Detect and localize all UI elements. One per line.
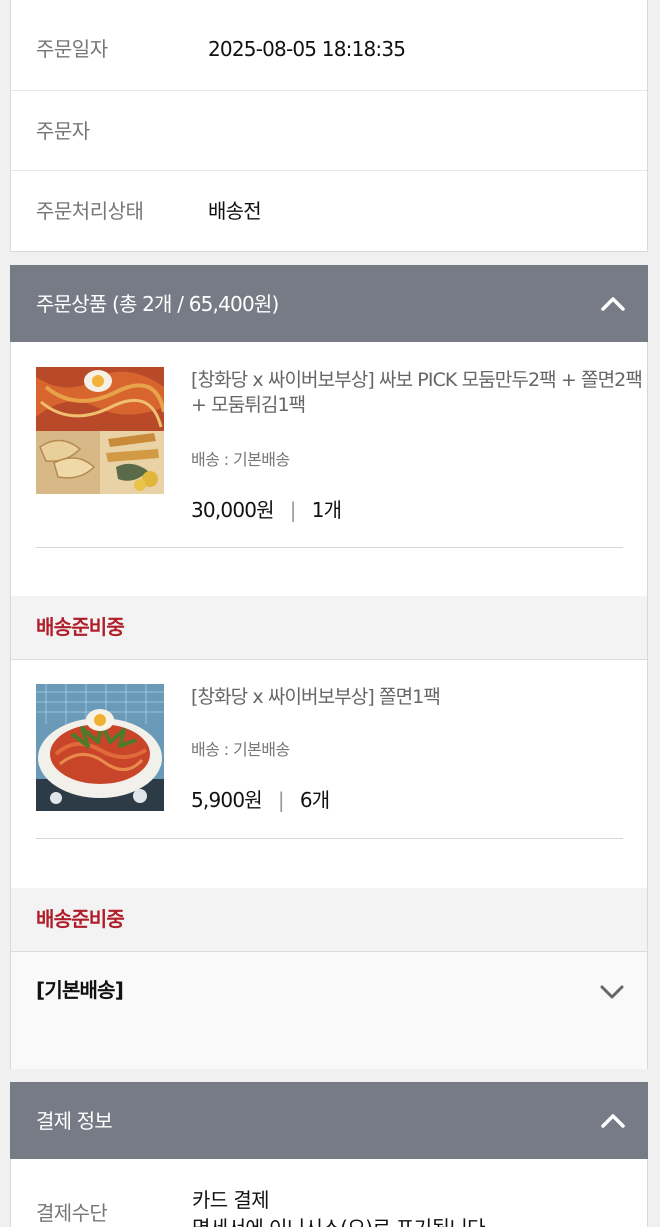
order-detail-page: 주문일자 2025-08-05 18:18:35 주문자 주문처리상태 배송전 …	[0, 0, 660, 1227]
product-item: [창화당 x 싸이버보부상] 쫄면1팩 배송 : 기본배송 5,900원 | 6개	[11, 660, 647, 888]
products-section-title: 주문상품 (총 2개 / 65,400원)	[36, 292, 279, 316]
payment-method-note: 명세서에 이니시스(으)로 표기됩니다	[192, 1212, 486, 1227]
product-status-bar: 배송준비중	[11, 596, 647, 660]
order-date-value: 2025-08-05 18:18:35	[208, 37, 406, 61]
product-photo-dumplings-noodles-icon[interactable]	[36, 367, 164, 494]
product-price-qty: 30,000원 | 1개	[191, 494, 342, 523]
order-status-label: 주문처리상태	[36, 199, 144, 223]
divider	[36, 838, 623, 839]
payment-section-title: 결제 정보	[36, 1109, 113, 1133]
product-qty: 6개	[299, 788, 330, 812]
product-shipping: 배송 : 기본배송	[191, 450, 290, 469]
chevron-up-icon[interactable]	[600, 292, 626, 314]
shipping-group-row[interactable]: [기본배송]	[11, 952, 647, 1069]
shipping-group-label: [기본배송]	[36, 978, 124, 1002]
product-name[interactable]: [창화당 x 싸이버보부상] 싸보 PICK 모둠만두2팩 + 쫄면2팩 + 모…	[191, 368, 643, 418]
products-section-header[interactable]: 주문상품 (총 2개 / 65,400원)	[10, 265, 648, 343]
product-status: 배송준비중	[36, 907, 125, 931]
order-date-label: 주문일자	[36, 37, 108, 61]
order-status-row: 주문처리상태 배송전	[11, 170, 647, 250]
product-shipping: 배송 : 기본배송	[191, 740, 290, 759]
order-info-panel: 주문일자 2025-08-05 18:18:35 주문자 주문처리상태 배송전	[10, 0, 648, 252]
product-name[interactable]: [창화당 x 싸이버보부상] 쫄면1팩	[191, 685, 643, 710]
product-price: 5,900원	[191, 788, 263, 812]
chevron-down-icon[interactable]	[599, 982, 625, 1002]
order-status-value: 배송전	[208, 199, 262, 223]
product-photo-jjolmyeon-icon[interactable]	[36, 684, 164, 811]
payment-method-value: 카드 결제	[192, 1188, 270, 1212]
orderer-label: 주문자	[36, 119, 90, 143]
payment-section-header[interactable]: 결제 정보	[10, 1082, 648, 1160]
product-price: 30,000원	[191, 498, 275, 522]
payment-method-label: 결제수단	[36, 1201, 108, 1225]
orderer-row: 주문자	[11, 90, 647, 170]
order-date-row: 주문일자 2025-08-05 18:18:35	[11, 9, 647, 89]
chevron-up-icon[interactable]	[600, 1109, 626, 1131]
price-qty-separator: |	[277, 788, 285, 812]
product-status: 배송준비중	[36, 615, 125, 639]
divider	[36, 547, 623, 548]
payment-panel: 결제수단 카드 결제 명세서에 이니시스(으)로 표기됩니다	[10, 1159, 648, 1227]
product-price-qty: 5,900원 | 6개	[191, 784, 330, 813]
products-panel: [창화당 x 싸이버보부상] 싸보 PICK 모둠만두2팩 + 쫄면2팩 + 모…	[10, 342, 648, 1069]
product-status-bar: 배송준비중	[11, 888, 647, 952]
price-qty-separator: |	[289, 498, 297, 522]
product-qty: 1개	[311, 498, 342, 522]
